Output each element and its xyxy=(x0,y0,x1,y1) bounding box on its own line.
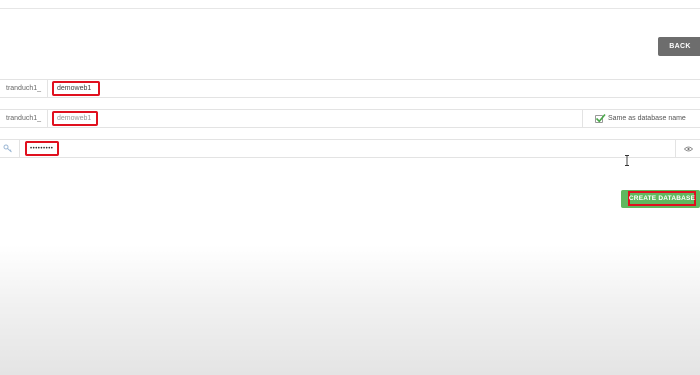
database-name-input[interactable]: demoweb1 xyxy=(52,81,100,96)
text-cursor-icon xyxy=(625,155,629,166)
create-database-button[interactable]: CREATE DATABASE xyxy=(628,191,696,206)
back-button[interactable]: BACK xyxy=(658,37,700,56)
database-name-prefix: tranduch1_ xyxy=(0,80,48,97)
database-name-row: tranduch1_ demoweb1 xyxy=(0,79,700,98)
username-input[interactable]: demoweb1 xyxy=(52,111,98,126)
password-icon-separator xyxy=(19,140,20,157)
show-password-toggle[interactable] xyxy=(675,140,700,157)
same-as-database-checkbox[interactable] xyxy=(595,113,606,123)
checkmark-icon xyxy=(595,113,606,122)
top-divider xyxy=(0,8,700,9)
key-icon xyxy=(3,144,12,153)
same-as-database-label: Same as database name xyxy=(608,115,686,122)
password-row: ••••••••• xyxy=(0,139,700,158)
username-prefix: tranduch1_ xyxy=(0,110,48,127)
username-row: tranduch1_ demoweb1 Same as database nam… xyxy=(0,109,700,128)
eye-icon xyxy=(683,146,693,151)
same-as-database-option[interactable]: Same as database name xyxy=(582,110,700,127)
password-input[interactable]: ••••••••• xyxy=(25,141,59,156)
